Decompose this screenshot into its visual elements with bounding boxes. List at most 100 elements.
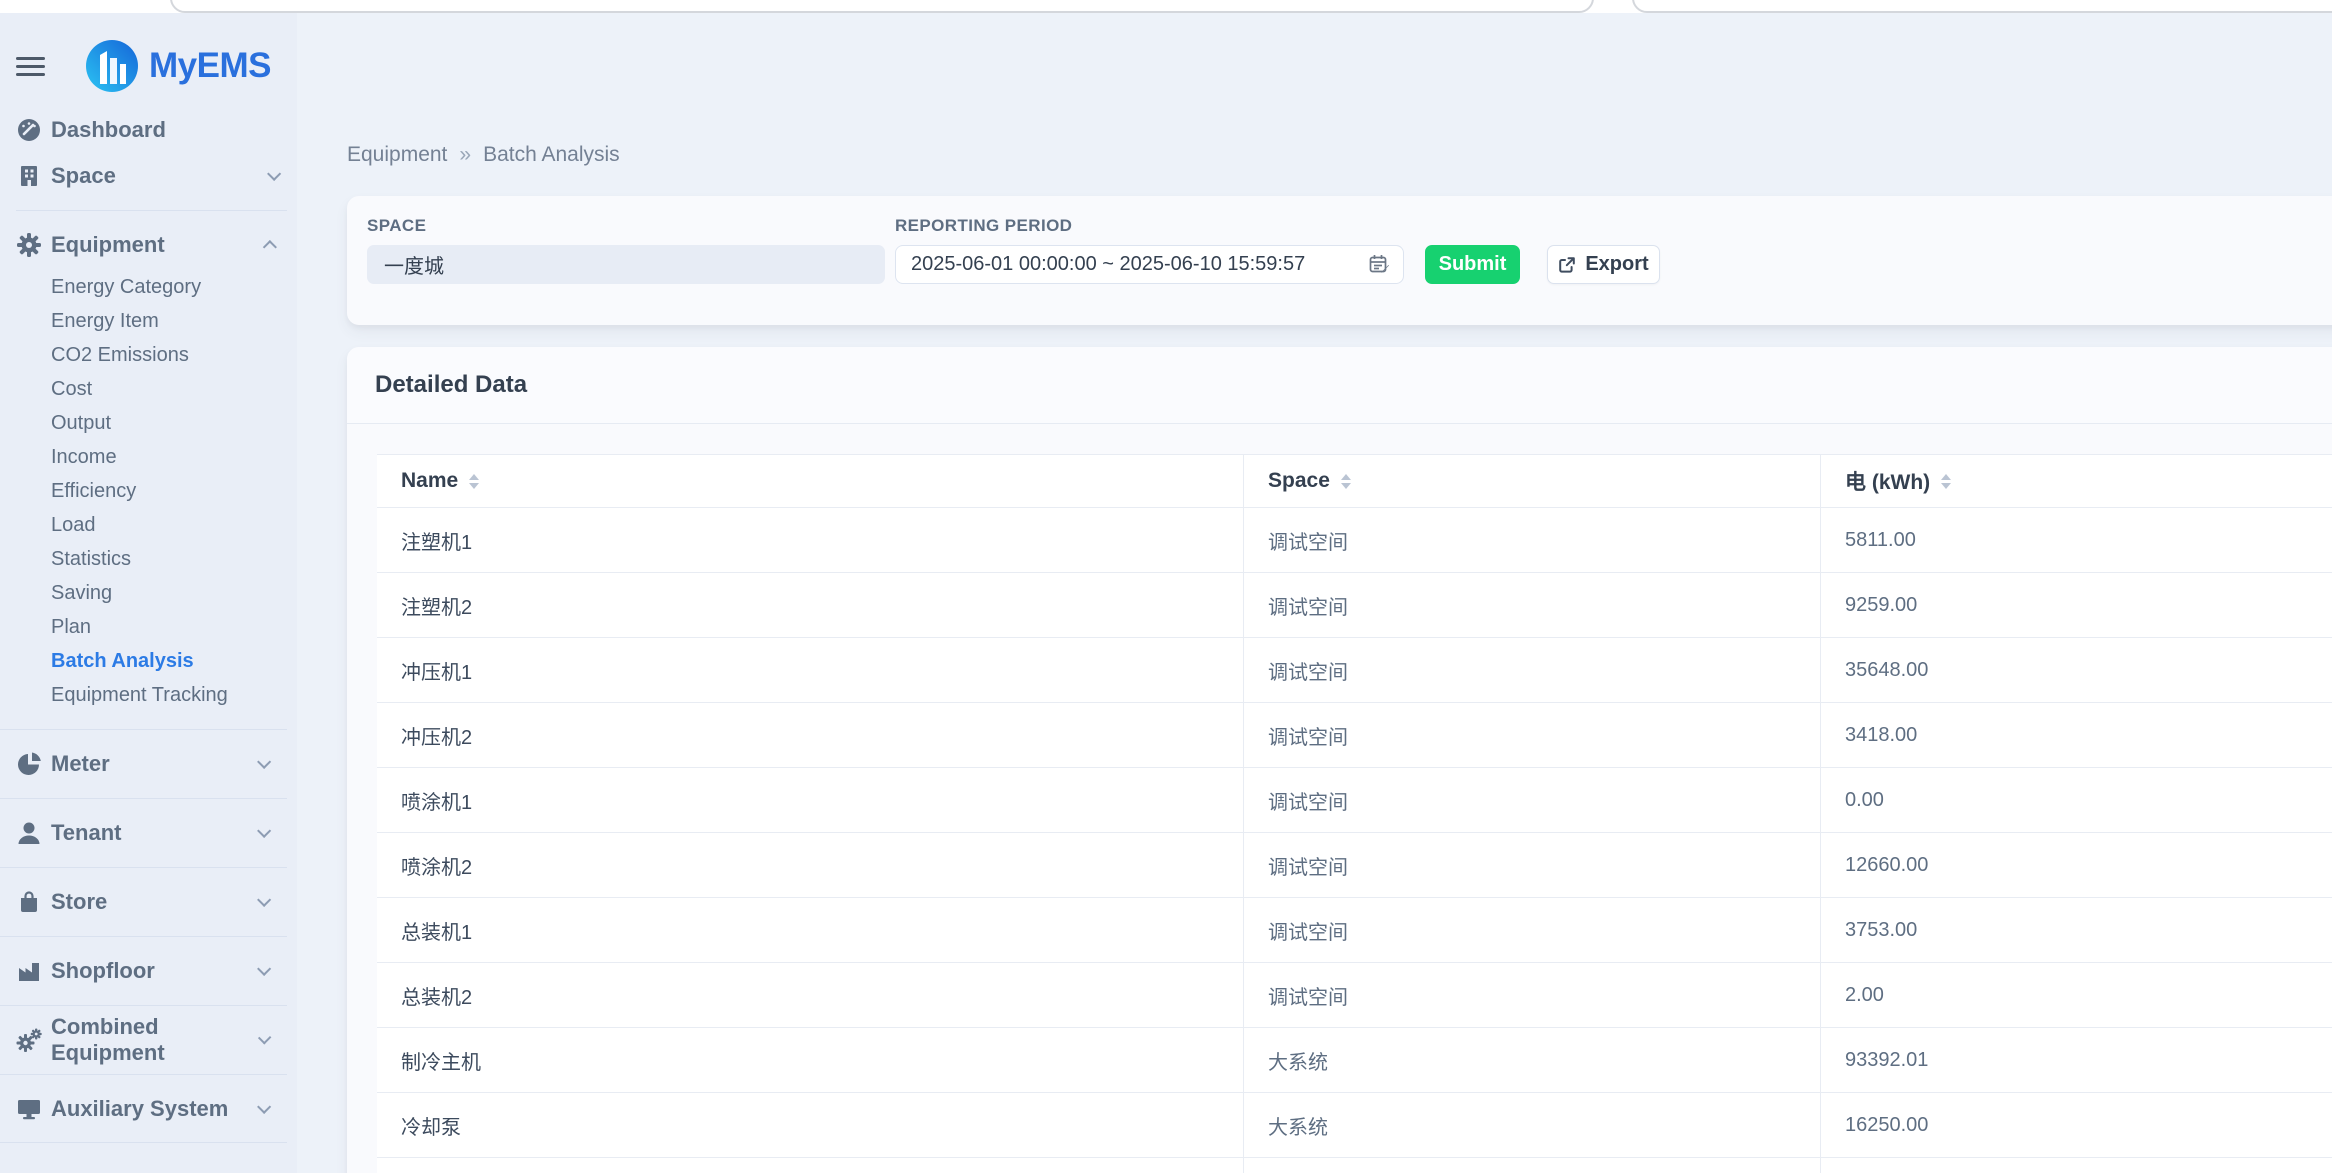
table-row: 喷涂机1 调试空间 0.00: [377, 768, 2332, 833]
brand-row: MyEMS: [16, 37, 297, 95]
sidebar-item-saving[interactable]: Saving: [0, 576, 297, 610]
sidebar-item-equipment-tracking[interactable]: Equipment Tracking: [0, 678, 297, 712]
sidebar-item-label: Store: [51, 889, 107, 915]
browser-toolbar-edge: [1632, 0, 2332, 13]
sidebar-item-statistics[interactable]: Statistics: [0, 542, 297, 576]
gauge-icon: [16, 117, 42, 143]
space-input[interactable]: [367, 245, 885, 284]
sidebar-item-label: Dashboard: [51, 117, 166, 143]
column-header-space[interactable]: Space: [1243, 455, 1820, 507]
sidebar-item-batch-analysis[interactable]: Batch Analysis: [0, 644, 297, 678]
equipment-submenu: Energy Category Energy Item CO2 Emission…: [0, 270, 297, 712]
app-logo[interactable]: MyEMS: [85, 39, 271, 93]
sidebar-item-energy-category[interactable]: Energy Category: [0, 270, 297, 304]
reporting-period-field-group: REPORTING PERIOD 2025-06-01 00:00:00 ~ 2…: [895, 216, 1404, 284]
submit-button[interactable]: Submit: [1425, 245, 1520, 284]
table-row: 冲压机1 调试空间 35648.00: [377, 638, 2332, 703]
sidebar-item-label: Auxiliary System: [51, 1096, 228, 1122]
sidebar-item-co2-emissions[interactable]: CO2 Emissions: [0, 338, 297, 372]
sidebar-item-shopfloor[interactable]: Shopfloor: [0, 948, 287, 994]
sidebar-item-auxiliary-system[interactable]: Auxiliary System: [0, 1086, 287, 1132]
detailed-data-card: Detailed Data Name Space 电 (kWh): [347, 347, 2332, 1173]
chevron-down-icon: [257, 824, 271, 838]
building-icon: [16, 163, 42, 189]
table-row-partial: [377, 1158, 2332, 1173]
sidebar-item-label: Combined Equipment: [51, 1014, 258, 1066]
sidebar-item-load[interactable]: Load: [0, 508, 297, 542]
sidebar-item-label: Equipment: [51, 232, 165, 258]
myems-logo-icon: [85, 39, 139, 93]
breadcrumb-batch-analysis[interactable]: Batch Analysis: [483, 143, 620, 167]
detailed-data-card-header: Detailed Data: [347, 347, 2332, 424]
reporting-period-value: 2025-06-01 00:00:00 ~ 2025-06-10 15:59:5…: [911, 253, 1368, 276]
hamburger-menu-icon[interactable]: [16, 52, 46, 81]
table-row: 冷却泵 大系统 16250.00: [377, 1093, 2332, 1158]
table-row: 喷涂机2 调试空间 12660.00: [377, 833, 2332, 898]
table-row: 制冷主机 大系统 93392.01: [377, 1028, 2332, 1093]
chevron-down-icon: [257, 755, 271, 769]
shopping-bag-icon: [16, 889, 42, 915]
table-row: 注塑机2 调试空间 9259.00: [377, 573, 2332, 638]
chevron-down-icon: [257, 962, 271, 976]
monitor-icon: [16, 1096, 42, 1122]
table-header-row: Name Space 电 (kWh): [377, 454, 2332, 508]
table-row: 冲压机2 调试空间 3418.00: [377, 703, 2332, 768]
chevron-down-icon: [258, 1031, 272, 1045]
main-content: Equipment » Batch Analysis SPACE REPORTI…: [297, 13, 2332, 1173]
detailed-data-table: Name Space 电 (kWh) 注塑机1 调试空间 5811: [377, 454, 2332, 1173]
chevron-down-icon: [267, 167, 281, 181]
sidebar-item-tenant[interactable]: Tenant: [0, 810, 287, 856]
external-link-icon: [1558, 256, 1576, 274]
query-toolbar-card: SPACE REPORTING PERIOD 2025-06-01 00:00:…: [347, 196, 2332, 325]
space-field-group: SPACE: [367, 216, 885, 284]
sidebar: MyEMS Dashboard Space: [0, 13, 297, 1173]
sidebar-item-meter[interactable]: Meter: [0, 741, 287, 787]
detailed-data-title: Detailed Data: [375, 371, 527, 399]
sidebar-item-store[interactable]: Store: [0, 879, 287, 925]
breadcrumb-separator: »: [459, 143, 471, 167]
sidebar-item-output[interactable]: Output: [0, 406, 297, 440]
table-row: 注塑机1 调试空间 5811.00: [377, 508, 2332, 573]
breadcrumb: Equipment » Batch Analysis: [347, 143, 2332, 167]
app-title: MyEMS: [149, 46, 271, 86]
sidebar-item-combined-equipment[interactable]: Combined Equipment: [0, 1017, 287, 1063]
sidebar-item-plan[interactable]: Plan: [0, 610, 297, 644]
sidebar-item-dashboard[interactable]: Dashboard: [0, 107, 297, 153]
column-header-name[interactable]: Name: [377, 455, 1243, 507]
user-icon: [16, 820, 42, 846]
sidebar-item-cost[interactable]: Cost: [0, 372, 297, 406]
sort-icon: [1341, 474, 1351, 489]
app-shell: MyEMS Dashboard Space: [0, 13, 2332, 1173]
sidebar-item-label: Space: [51, 163, 116, 189]
gear-icon: [16, 232, 42, 258]
factory-icon: [16, 958, 42, 984]
sidebar-item-space[interactable]: Space: [0, 153, 297, 199]
sort-icon: [469, 474, 479, 489]
gears-icon: [16, 1027, 42, 1053]
chevron-up-icon: [263, 240, 277, 254]
table-row: 总装机1 调试空间 3753.00: [377, 898, 2332, 963]
sidebar-item-equipment[interactable]: Equipment: [0, 222, 297, 268]
sidebar-item-energy-item[interactable]: Energy Item: [0, 304, 297, 338]
sidebar-nav: Dashboard Space: [0, 107, 297, 1143]
export-button[interactable]: Export: [1547, 245, 1660, 284]
space-label: SPACE: [367, 216, 885, 236]
sidebar-item-income[interactable]: Income: [0, 440, 297, 474]
sidebar-divider: [16, 210, 287, 211]
reporting-period-input[interactable]: 2025-06-01 00:00:00 ~ 2025-06-10 15:59:5…: [895, 245, 1404, 284]
column-header-electricity-kwh[interactable]: 电 (kWh): [1820, 455, 2332, 507]
sidebar-item-efficiency[interactable]: Efficiency: [0, 474, 297, 508]
chevron-down-icon: [257, 893, 271, 907]
browser-address-bar-edge: [170, 0, 1594, 13]
calendar-icon[interactable]: [1368, 253, 1391, 276]
browser-chrome-strip: [0, 0, 2332, 13]
sidebar-item-label: Shopfloor: [51, 958, 155, 984]
table-row: 总装机2 调试空间 2.00: [377, 963, 2332, 1028]
pie-chart-icon: [16, 751, 42, 777]
sidebar-item-label: Meter: [51, 751, 110, 777]
sort-icon: [1941, 474, 1951, 489]
reporting-period-label: REPORTING PERIOD: [895, 216, 1404, 236]
export-button-label: Export: [1585, 253, 1648, 276]
breadcrumb-equipment[interactable]: Equipment: [347, 143, 447, 167]
chevron-down-icon: [257, 1099, 271, 1113]
